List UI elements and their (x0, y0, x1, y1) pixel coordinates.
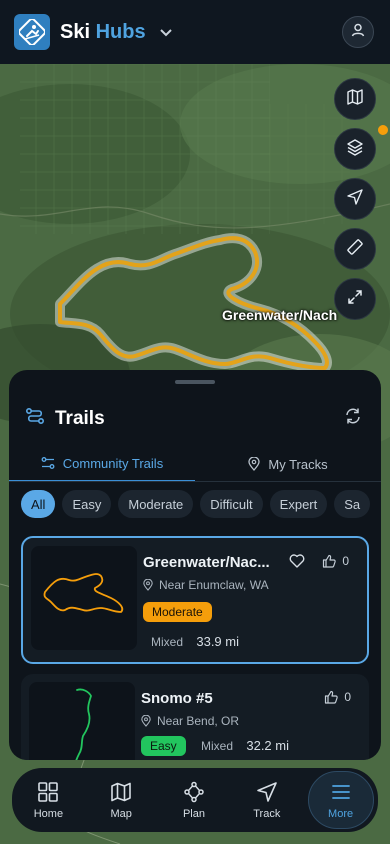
trail-distance: 33.9 mi (196, 634, 239, 649)
menu-icon (330, 781, 352, 803)
likes-value: 0 (344, 690, 351, 704)
nav-more[interactable]: More (307, 771, 374, 829)
refresh-icon (344, 407, 362, 430)
pin-icon (141, 715, 151, 727)
grid-icon (37, 781, 59, 803)
nav-label: Track (253, 807, 281, 820)
nav-home[interactable]: Home (16, 771, 80, 829)
difficulty-badge: Easy (141, 736, 186, 756)
difficulty-badge: Moderate (143, 602, 212, 622)
brand-accent: Hubs (95, 20, 146, 43)
bottom-nav: Home Map Plan Track More (12, 768, 378, 832)
locate-button[interactable] (334, 178, 376, 220)
stack-icon (346, 138, 364, 161)
refresh-button[interactable] (341, 406, 365, 430)
route-icon (183, 781, 205, 803)
map-icon (110, 781, 132, 803)
surface-type: Mixed (201, 739, 234, 753)
app-title[interactable]: Ski Hubs (60, 21, 146, 44)
app-header: Ski Hubs (0, 0, 390, 64)
trail-name: Greenwater/Nac... (143, 554, 270, 571)
trail-distance: 32.2 mi (246, 738, 289, 753)
tab-community-trails[interactable]: Community Trails (9, 446, 195, 482)
route-icon (25, 406, 45, 431)
trails-sheet: Trails Community Trails My Tracks All Ea… (9, 370, 381, 760)
nav-label: Plan (182, 807, 205, 820)
nav-map[interactable]: Map (89, 771, 153, 829)
trail-card[interactable]: Snomo #5 0 Near Bend, OR Easy Mixed 32.2… (21, 674, 369, 760)
trail-name: Snomo #5 (141, 690, 213, 707)
map-layers-icon (346, 88, 364, 111)
filter-chip-more[interactable]: Sa (334, 490, 371, 518)
filter-chip-expert[interactable]: Expert (269, 490, 328, 518)
tab-label: My Tracks (268, 456, 328, 472)
filter-icon (41, 456, 55, 470)
location-text: Near Bend, OR (157, 714, 240, 728)
fullscreen-button[interactable] (334, 278, 376, 320)
likes-value: 0 (342, 554, 349, 568)
profile-button[interactable] (342, 16, 374, 48)
filter-chip-all[interactable]: All (21, 490, 56, 518)
thumbs-up-icon (322, 554, 337, 568)
filter-chip-difficult[interactable]: Difficult (200, 490, 263, 518)
trail-location: Near Enumclaw, WA (143, 578, 269, 592)
nav-plan[interactable]: Plan (162, 771, 226, 829)
sheet-header: Trails (25, 406, 105, 431)
ruler-icon (346, 238, 364, 261)
nav-label: Home (33, 807, 64, 820)
route-map-label: Greenwater/Nach (222, 307, 338, 323)
sheet-title: Trails (55, 407, 105, 429)
surface-type: Mixed (151, 635, 184, 649)
user-icon (350, 22, 366, 43)
expand-icon (347, 289, 363, 310)
nav-track[interactable]: Track (235, 771, 299, 829)
route-thumbnail (29, 682, 135, 760)
notification-dot (378, 125, 388, 135)
pin-icon (143, 579, 153, 591)
trail-card[interactable]: Greenwater/Nac... 0 Near Enumclaw, WA Mo… (21, 536, 369, 664)
trail-tabs: Community Trails My Tracks (9, 446, 381, 482)
thumbs-up-icon (324, 690, 339, 704)
navigate-icon (256, 781, 278, 803)
nav-label: More (328, 807, 354, 820)
trail-location: Near Bend, OR (141, 714, 239, 728)
measure-button[interactable] (334, 228, 376, 270)
difficulty-filters: All Easy Moderate Difficult Expert Sa (21, 490, 371, 518)
brand-primary: Ski (60, 20, 91, 43)
nav-label: Map (110, 807, 132, 820)
trail-meta: Mixed 32.2 mi (201, 738, 289, 753)
trail-meta: Mixed 33.9 mi (151, 634, 239, 649)
route-thumbnail (31, 546, 137, 650)
layers-button[interactable] (334, 128, 376, 170)
sheet-drag-handle[interactable] (175, 380, 215, 384)
chevron-down-icon[interactable] (159, 24, 172, 40)
tab-my-tracks[interactable]: My Tracks (195, 446, 381, 482)
heart-icon[interactable] (289, 554, 305, 568)
map-style-button[interactable] (334, 78, 376, 120)
filter-chip-easy[interactable]: Easy (62, 490, 112, 518)
navigate-icon (346, 188, 364, 211)
filter-chip-moderate[interactable]: Moderate (118, 490, 194, 518)
tab-divider (9, 481, 381, 482)
pin-icon (248, 457, 261, 471)
like-count[interactable]: 0 (322, 554, 349, 568)
like-count[interactable]: 0 (324, 690, 351, 704)
location-text: Near Enumclaw, WA (159, 578, 269, 592)
ski-hubs-logo[interactable] (14, 14, 50, 50)
tab-label: Community Trails (62, 455, 164, 471)
